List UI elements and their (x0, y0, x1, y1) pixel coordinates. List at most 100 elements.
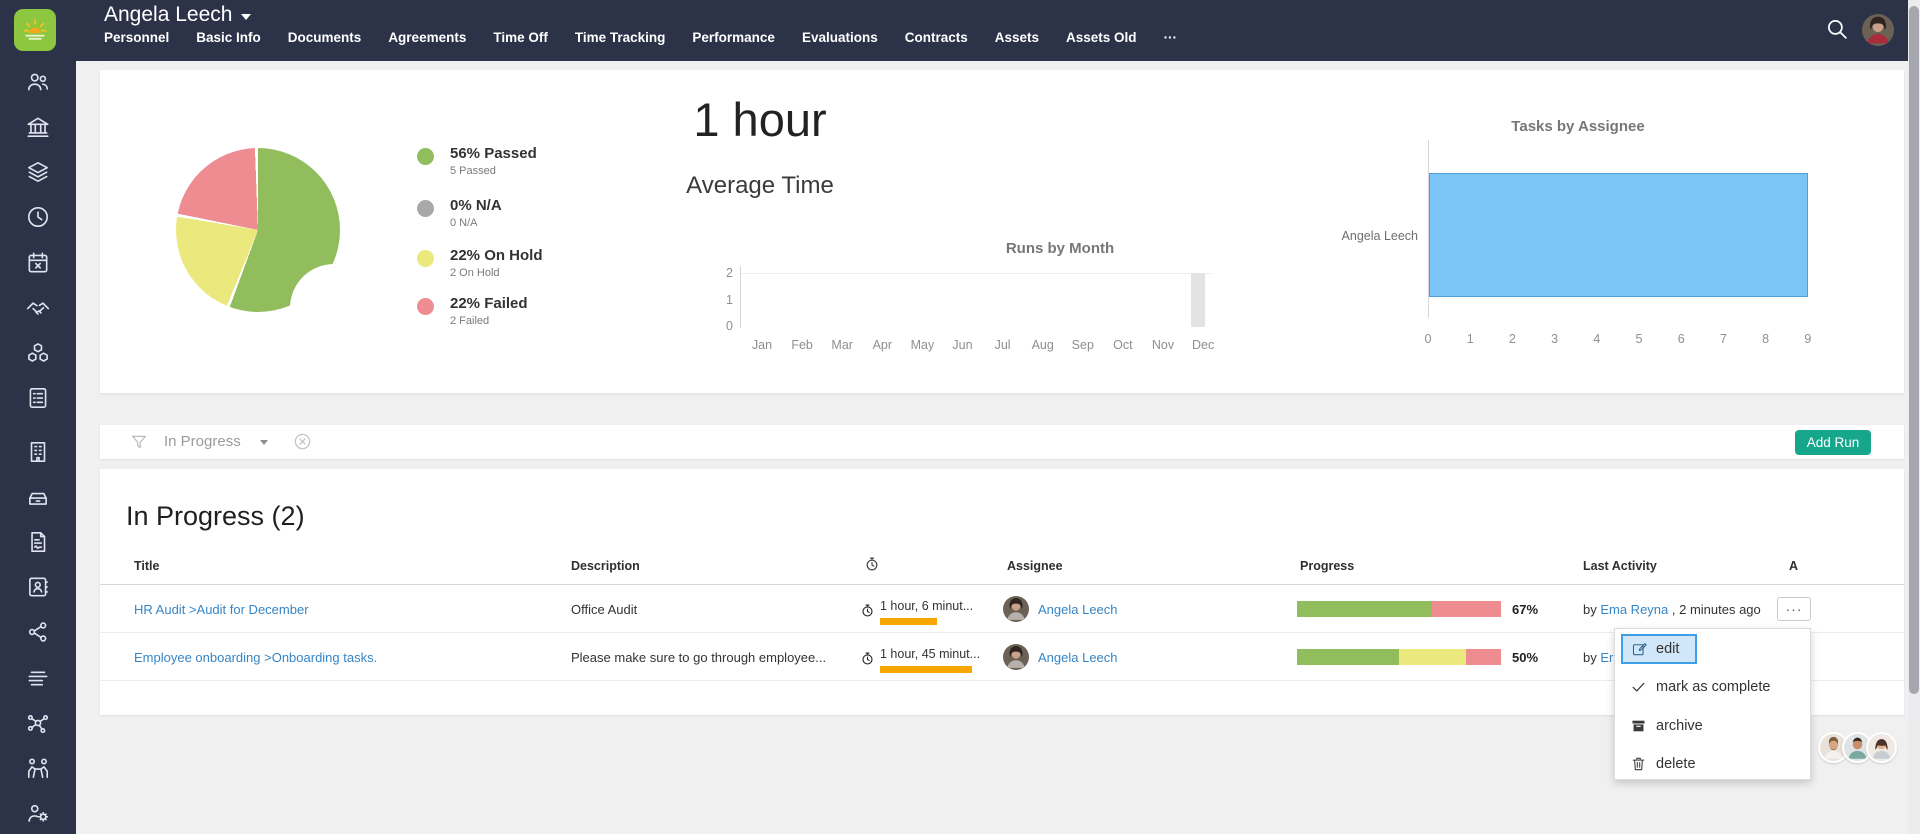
run-link[interactable]: Onboarding tasks. (272, 650, 378, 665)
nav-item-agreements[interactable]: Agreements (388, 30, 466, 45)
add-run-button[interactable]: Add Run (1795, 430, 1871, 455)
runs-month-aug: Aug (1023, 338, 1063, 352)
menu-item-mark-as-complete[interactable]: mark as complete (1615, 670, 1812, 704)
stopwatch-icon (860, 603, 875, 618)
storage-icon[interactable] (25, 484, 51, 510)
assignee-link[interactable]: Angela Leech (1038, 602, 1118, 617)
list-heading: In Progress (2) (126, 501, 305, 532)
legend-count: 2 On Hold (450, 267, 500, 279)
progress-segment-1 (1399, 649, 1466, 665)
admin-settings-icon[interactable] (25, 800, 51, 826)
column-header-a: A (1789, 559, 1798, 573)
filter-funnel-icon[interactable] (130, 433, 148, 451)
progress-segment-0 (1297, 649, 1399, 665)
organization-icon[interactable] (25, 114, 51, 140)
assignee-avatar (1003, 644, 1029, 670)
layers-icon[interactable] (25, 159, 51, 185)
progress-segment-2 (1466, 649, 1501, 665)
network-icon[interactable] (25, 710, 51, 736)
tasks-xtick-2: 2 (1497, 332, 1527, 346)
edit-icon (1631, 641, 1648, 658)
row-more-actions-button[interactable]: ··· (1777, 597, 1811, 621)
page-title[interactable]: Angela Leech (104, 3, 251, 27)
nav-item-evaluations[interactable]: Evaluations (802, 30, 878, 45)
clock-icon[interactable] (25, 204, 51, 230)
contacts-icon[interactable] (25, 574, 51, 600)
team-icon[interactable] (25, 69, 51, 95)
menu-item-edit[interactable]: edit (1621, 634, 1697, 664)
column-header-description: Description (571, 559, 640, 573)
activity-user-link[interactable]: Er (1600, 650, 1613, 665)
nav-item-time-off[interactable]: Time Off (493, 30, 548, 45)
runs-bar-dec (1191, 273, 1205, 327)
stopwatch-icon (860, 651, 875, 666)
employee-avatar-3[interactable] (1866, 732, 1897, 763)
runs-month-jun: Jun (943, 338, 983, 352)
legend-item-1: 0% N/A 0 N/A (417, 197, 587, 237)
nav-item-personnel[interactable]: Personnel (104, 30, 169, 45)
document-icon[interactable] (25, 529, 51, 555)
nav-item-contracts[interactable]: Contracts (905, 30, 968, 45)
scrollbar-track[interactable] (1908, 0, 1920, 834)
share-icon[interactable] (25, 619, 51, 645)
title-separator: > (260, 650, 271, 665)
top-bar: Angela Leech Personnel Basic Info Document… (0, 0, 1920, 61)
company-icon[interactable] (25, 439, 51, 465)
app-logo[interactable] (14, 9, 56, 51)
run-description: Office Audit (571, 602, 637, 617)
run-parent-link[interactable]: HR Audit (134, 602, 185, 617)
legend-percent: 56% Passed (450, 145, 537, 162)
menu-item-delete[interactable]: delete (1615, 747, 1812, 781)
runs-month-sep: Sep (1063, 338, 1103, 352)
search-icon[interactable] (1824, 16, 1850, 42)
runs-chart-title: Runs by Month (960, 240, 1160, 257)
runs-month-oct: Oct (1103, 338, 1143, 352)
run-parent-link[interactable]: Employee onboarding (134, 650, 260, 665)
column-header-progress: Progress (1300, 559, 1354, 573)
nav-item-[interactable]: ··· (1164, 30, 1178, 45)
nav-item-documents[interactable]: Documents (288, 30, 362, 45)
tasks-xtick-7: 7 (1708, 332, 1738, 346)
tasks-xtick-1: 1 (1455, 332, 1485, 346)
legend-percent: 22% On Hold (450, 247, 543, 264)
modules-icon[interactable] (25, 340, 51, 366)
menu-lines-icon[interactable] (25, 665, 51, 691)
status-donut-chart (176, 148, 340, 312)
filter-dropdown-caret[interactable] (260, 440, 268, 445)
filter-value[interactable]: In Progress (164, 433, 241, 450)
nav-item-performance[interactable]: Performance (692, 30, 775, 45)
nav-item-assets[interactable]: Assets (995, 30, 1039, 45)
menu-item-archive[interactable]: archive (1615, 709, 1812, 743)
filter-clear-icon[interactable] (293, 432, 312, 451)
nav-item-basic-info[interactable]: Basic Info (196, 30, 261, 45)
duration-bar (880, 666, 972, 673)
title-separator: > (185, 602, 196, 617)
runs-month-feb: Feb (782, 338, 822, 352)
handshake-icon[interactable] (25, 295, 51, 321)
legend-count: 0 N/A (450, 217, 478, 229)
progress-segment-0 (1297, 601, 1432, 617)
assignee-link[interactable]: Angela Leech (1038, 650, 1118, 665)
nav-item-assets-old[interactable]: Assets Old (1066, 30, 1137, 45)
checklist-icon[interactable] (25, 385, 51, 411)
tasks-xtick-4: 4 (1582, 332, 1612, 346)
user-avatar[interactable] (1862, 14, 1894, 46)
scrollbar-thumb[interactable] (1909, 6, 1919, 694)
column-header-last-activity: Last Activity (1583, 559, 1657, 573)
run-title: HR Audit >Audit for December (134, 602, 309, 617)
collaboration-icon[interactable] (25, 755, 51, 781)
column-header-title: Title (134, 559, 159, 573)
tasks-bar-angela-leech (1429, 173, 1808, 297)
progress-segment-1 (1432, 601, 1501, 617)
menu-item-label: edit (1656, 641, 1679, 657)
sidebar (0, 61, 76, 834)
activity-user-link[interactable]: Ema Reyna (1600, 602, 1668, 617)
tasks-xtick-5: 5 (1624, 332, 1654, 346)
archive-icon (1630, 718, 1647, 735)
nav-item-time-tracking[interactable]: Time Tracking (575, 30, 666, 45)
run-link[interactable]: Audit for December (197, 602, 309, 617)
calendar-absence-icon[interactable] (25, 250, 51, 276)
legend-item-0: 56% Passed 5 Passed (417, 145, 587, 185)
legend-percent: 22% Failed (450, 295, 528, 312)
chevron-down-icon (241, 14, 251, 20)
